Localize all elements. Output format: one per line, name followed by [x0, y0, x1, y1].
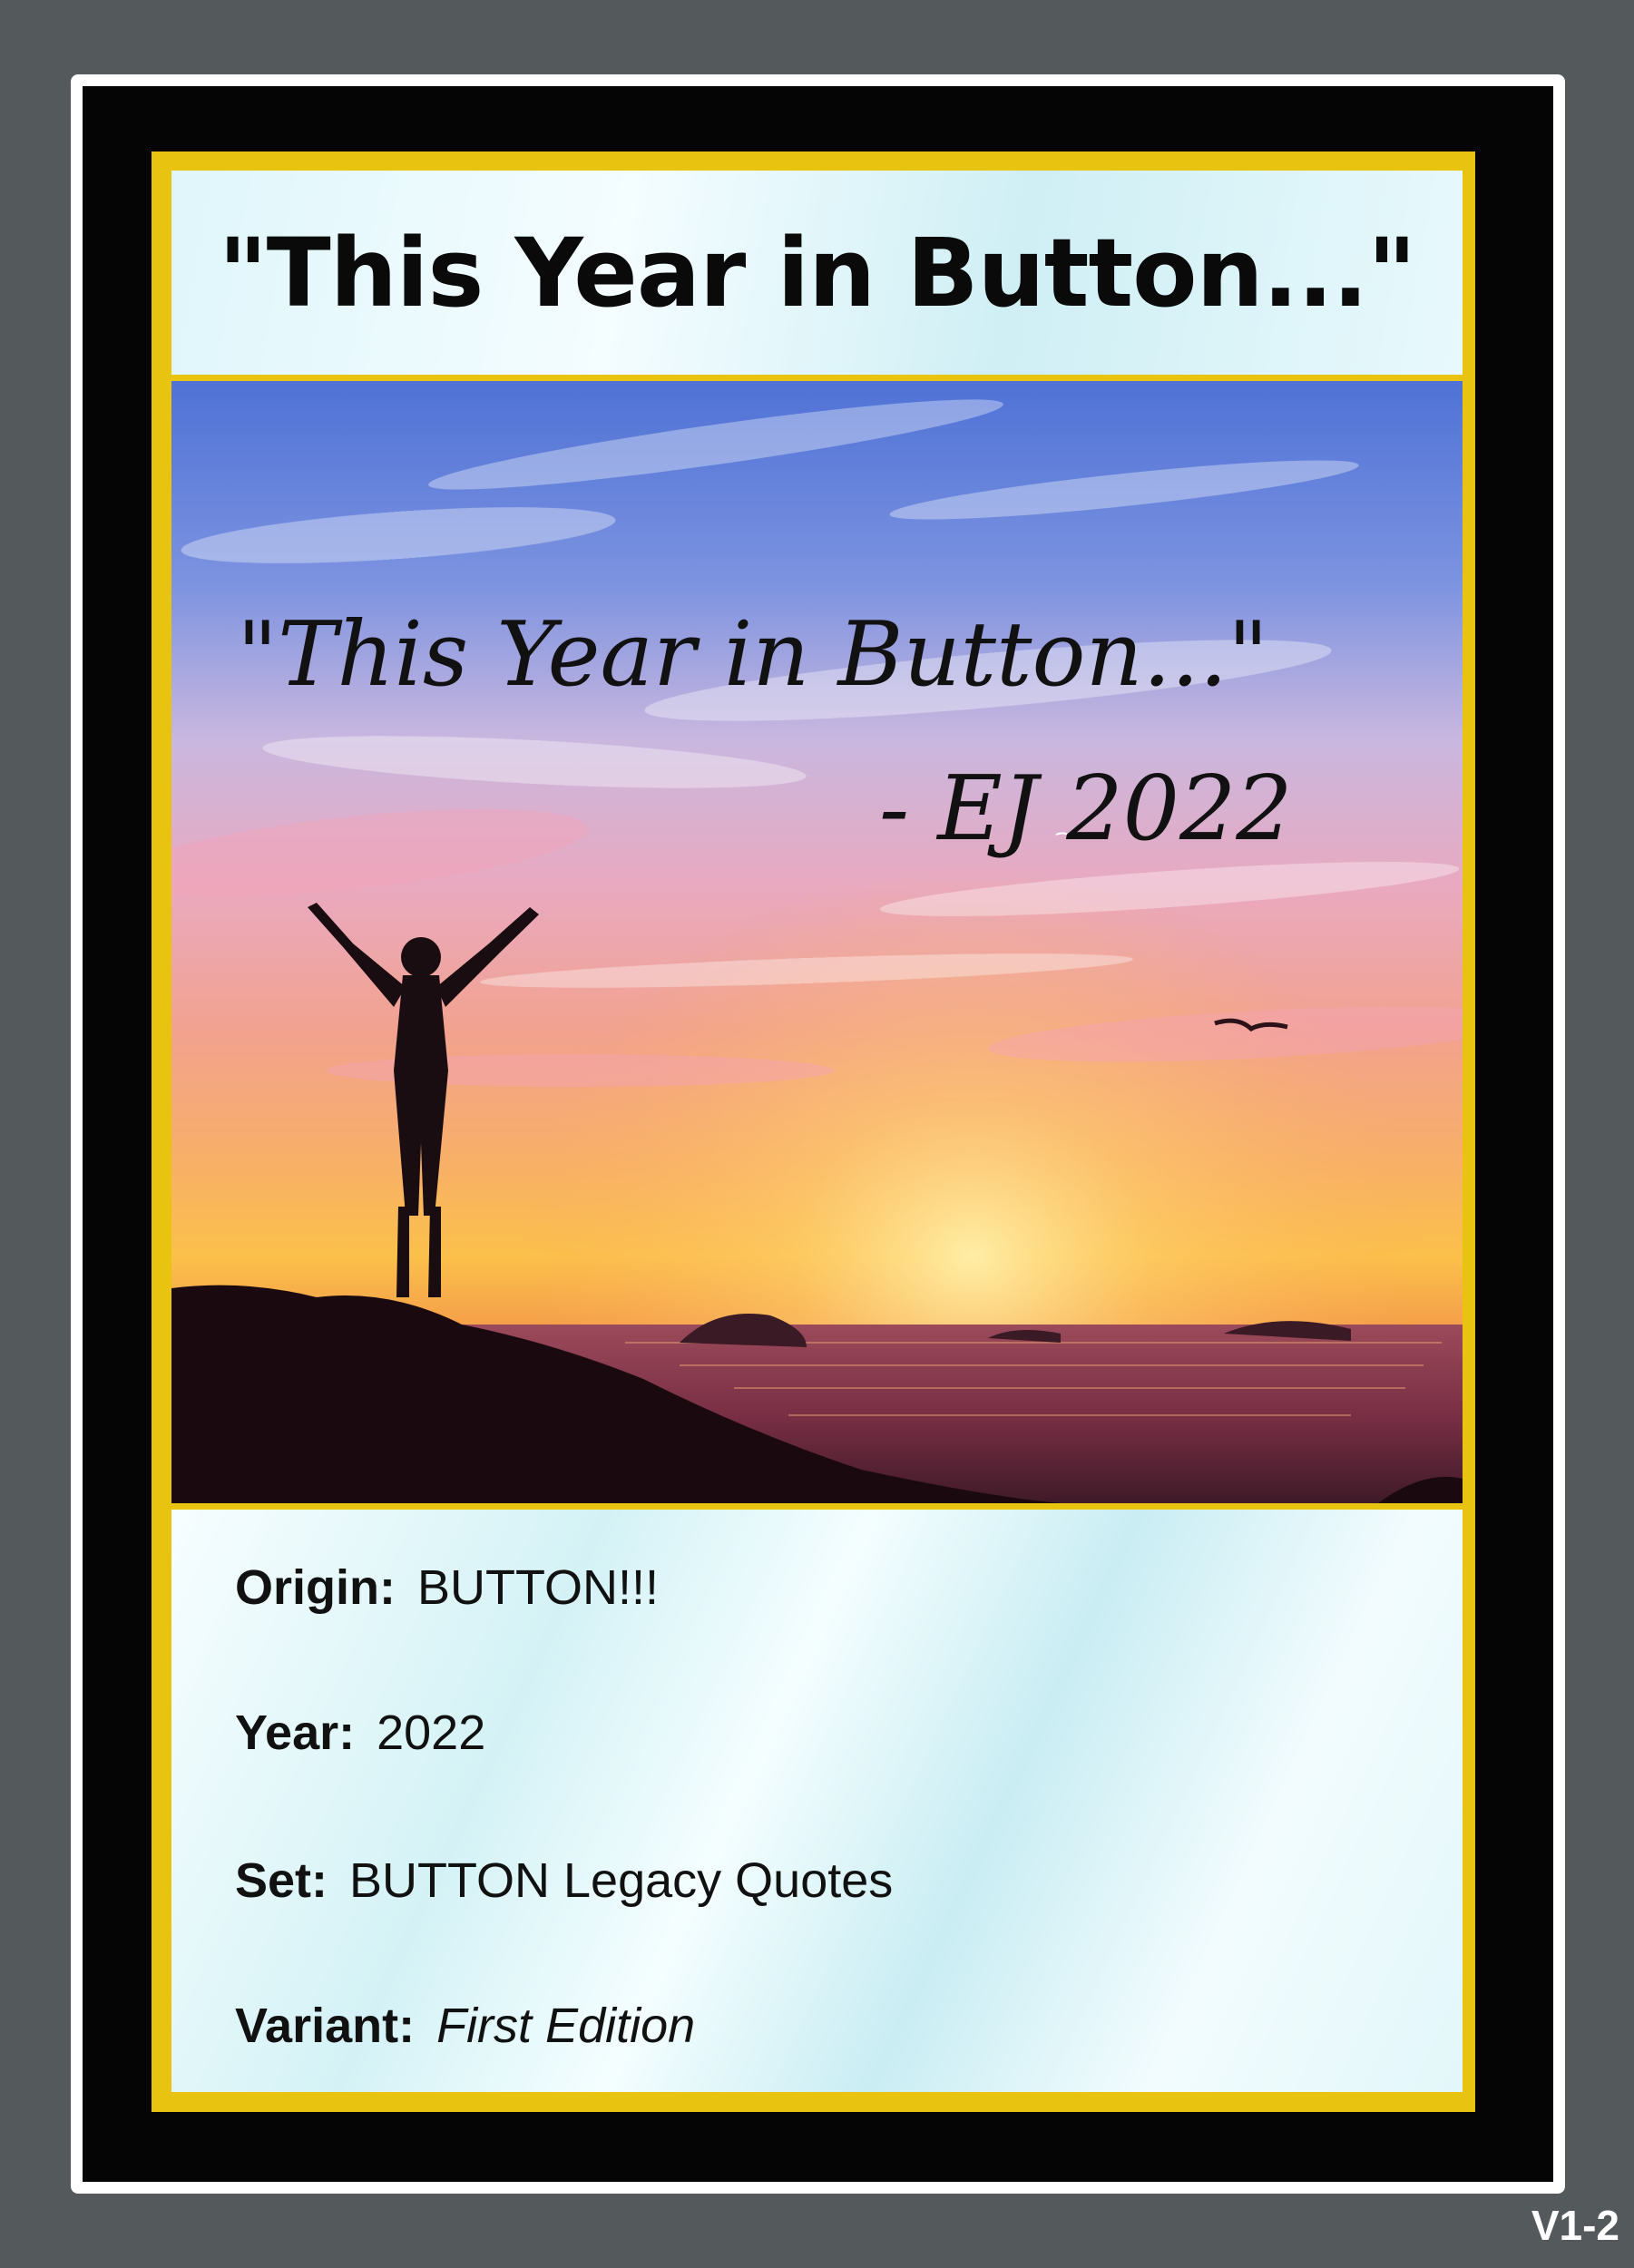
card-artwork: "This Year in Button..." - EJ 2022 [171, 381, 1463, 1503]
origin-value: BUTTON!!! [416, 1560, 660, 1615]
origin-label: Origin: [235, 1560, 396, 1615]
year-label: Year: [235, 1706, 356, 1760]
year-value: 2022 [377, 1706, 486, 1760]
info-set: Set: BUTTON Legacy Quotes [235, 1853, 893, 1909]
card-title: "This Year in Button..." [218, 217, 1417, 328]
variant-value: First Edition [436, 1999, 696, 2053]
sunset-silhouette-image [171, 381, 1463, 1503]
card-info-panel: Origin: BUTTON!!! Year: 2022 Set: BUTTON Le… [171, 1510, 1463, 2092]
artwork-quote: "This Year in Button..." [237, 603, 1269, 707]
info-origin: Origin: BUTTON!!! [235, 1559, 659, 1616]
card-title-panel: "This Year in Button..." [171, 171, 1463, 375]
artwork-attribution: - EJ 2022 [879, 758, 1293, 861]
set-label: Set: [235, 1853, 328, 1908]
version-tag: V1-2 [1531, 2202, 1619, 2249]
info-variant: Variant: First Edition [235, 1998, 695, 2054]
info-year: Year: 2022 [235, 1705, 485, 1761]
variant-label: Variant: [235, 1999, 416, 2053]
set-value: BUTTON Legacy Quotes [349, 1853, 894, 1908]
